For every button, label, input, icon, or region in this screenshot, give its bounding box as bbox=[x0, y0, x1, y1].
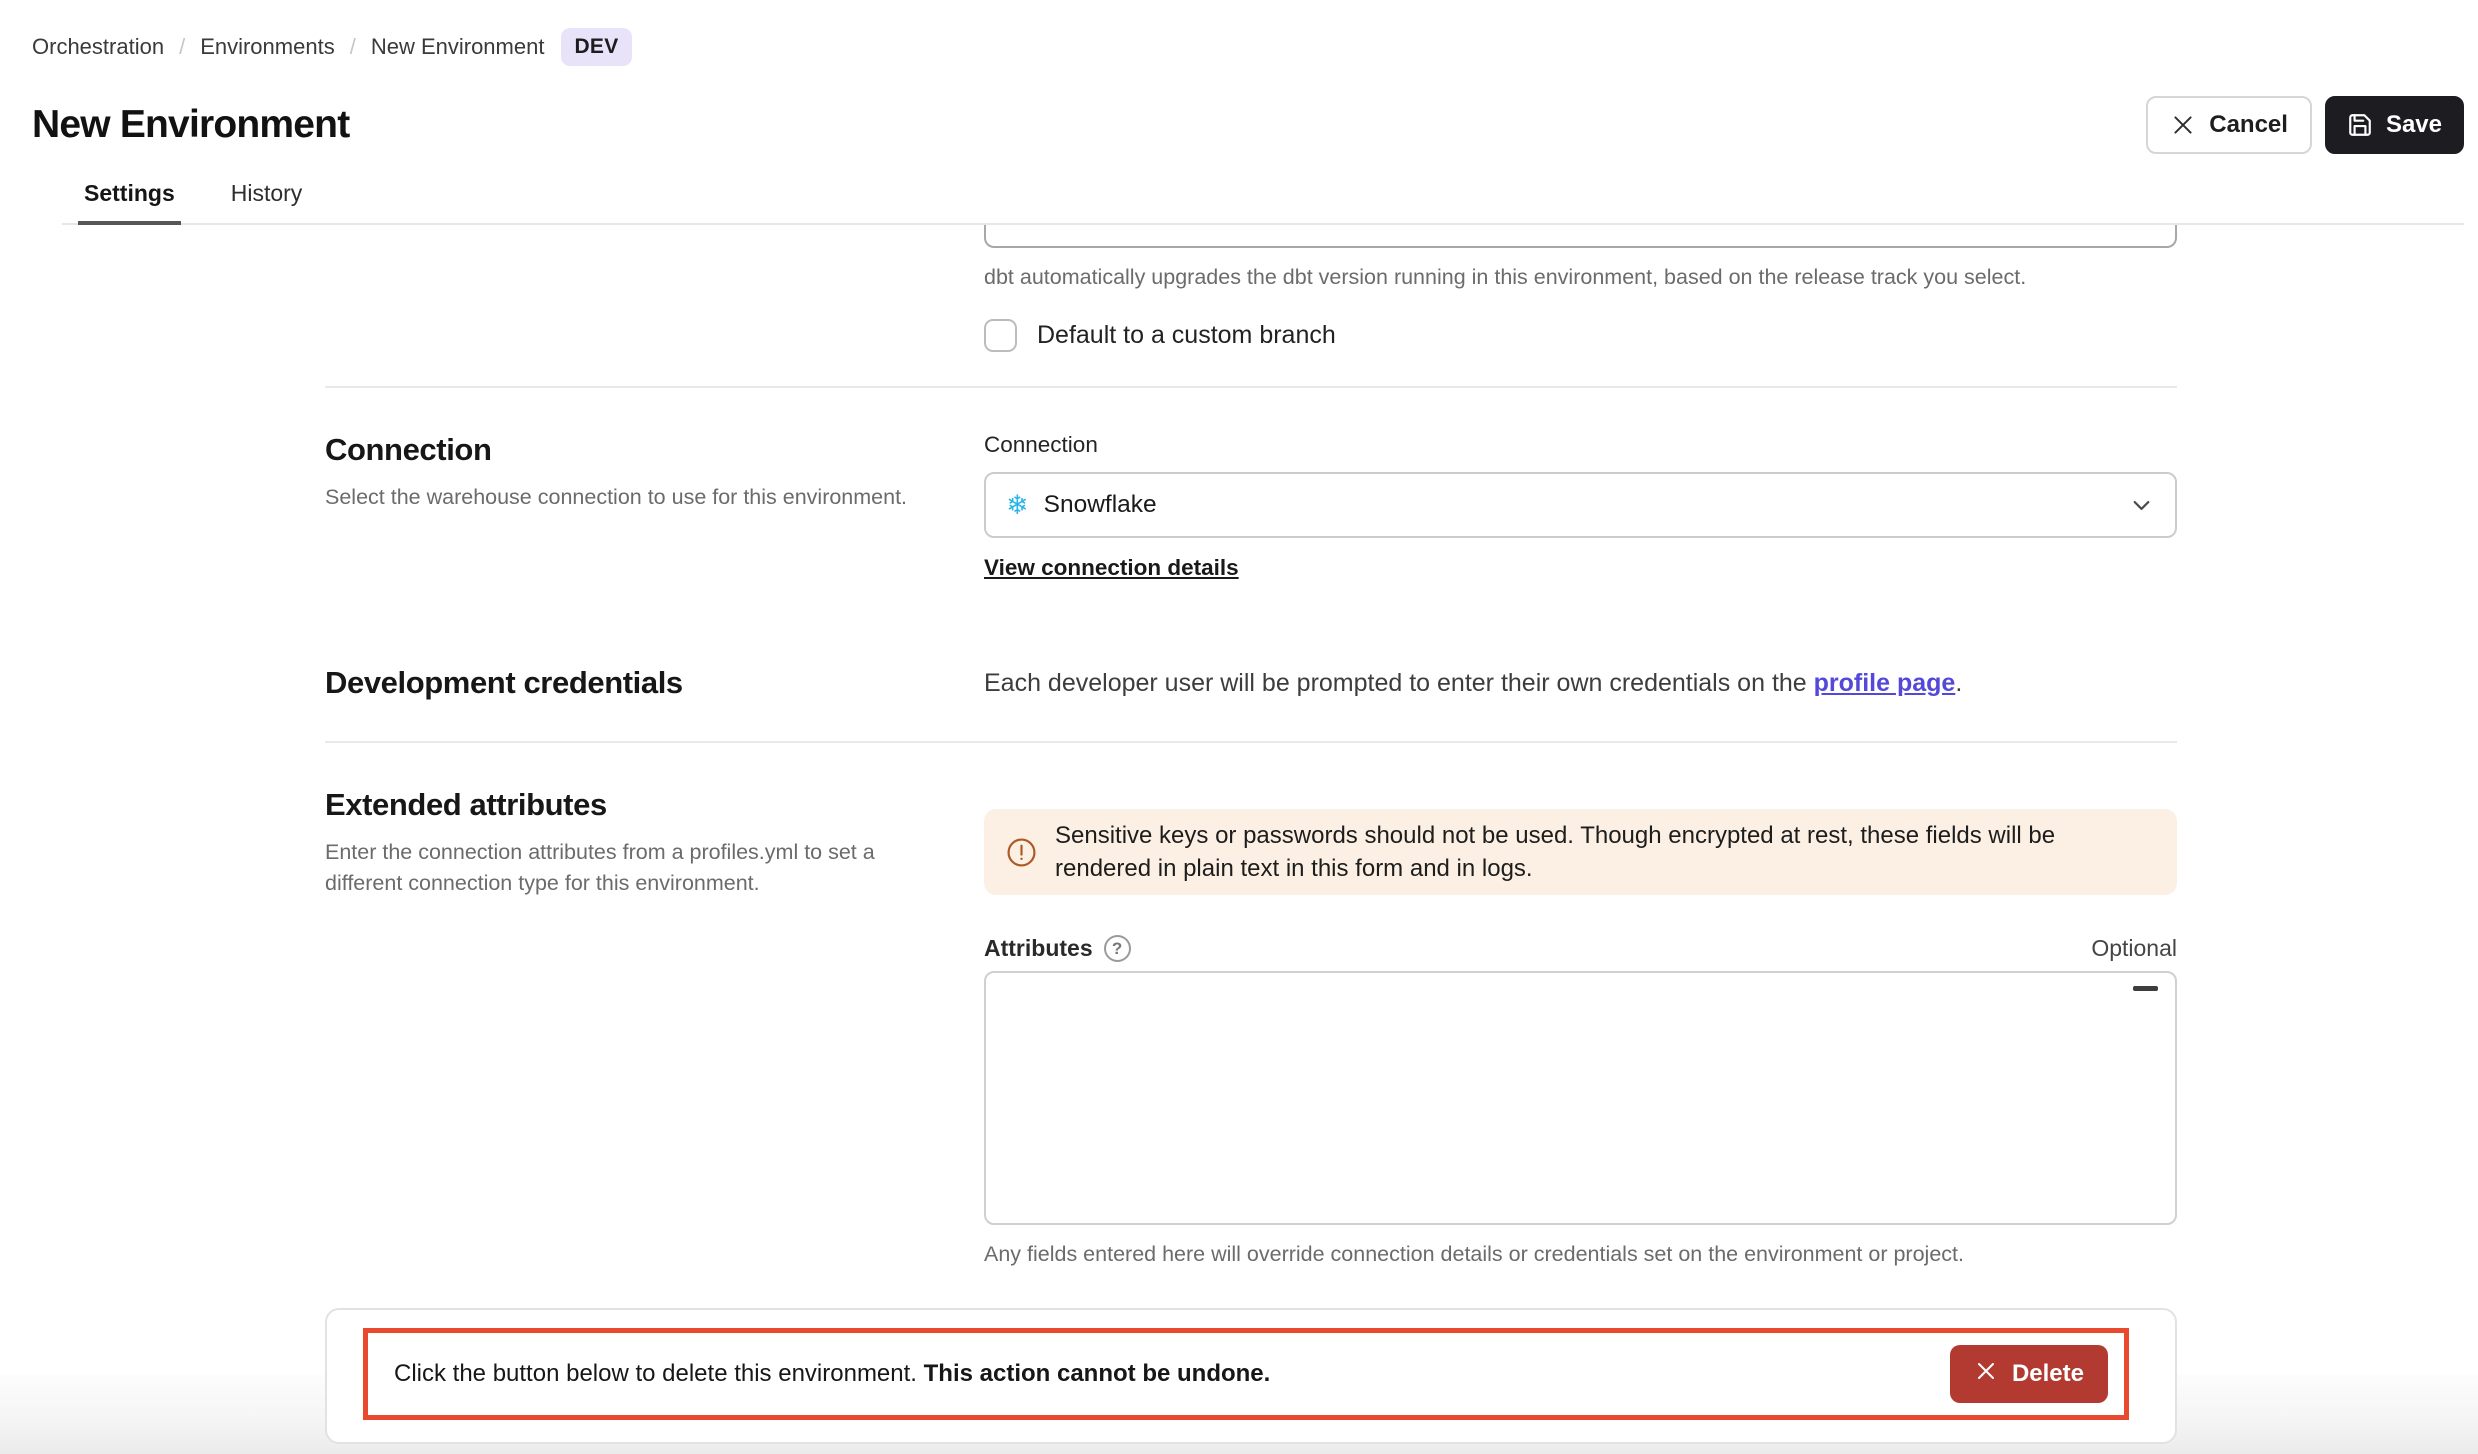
tabs-bar: Settings History bbox=[62, 180, 2464, 225]
dev-credentials-text-after: . bbox=[1955, 669, 1962, 697]
connection-fields: Connection ❄ Snowflake View connection d… bbox=[984, 432, 2177, 581]
breadcrumb-separator: / bbox=[179, 34, 185, 60]
delete-warning-text: Click the button below to delete this en… bbox=[394, 1360, 1270, 1388]
breadcrumb-separator: / bbox=[350, 34, 356, 60]
extended-attributes-heading: Extended attributes bbox=[325, 787, 940, 823]
settings-form: dbt automatically upgrades the dbt versi… bbox=[0, 225, 2177, 1444]
custom-branch-row: Default to a custom branch bbox=[984, 319, 2177, 352]
page-header: Orchestration / Environments / New Envir… bbox=[0, 0, 2478, 225]
extended-attributes-description: Enter the connection attributes from a p… bbox=[325, 837, 940, 899]
save-button[interactable]: Save bbox=[2325, 96, 2464, 154]
env-type-badge: DEV bbox=[561, 28, 631, 66]
connection-section: Connection Select the warehouse connecti… bbox=[325, 388, 2177, 581]
view-connection-details-link[interactable]: View connection details bbox=[984, 555, 1239, 581]
alert-circle-icon bbox=[1006, 837, 1037, 868]
custom-branch-label: Default to a custom branch bbox=[1037, 321, 1336, 350]
delete-text-regular: Click the button below to delete this en… bbox=[394, 1360, 924, 1387]
breadcrumb: Orchestration / Environments / New Envir… bbox=[32, 28, 2464, 66]
header-actions: Cancel Save bbox=[2146, 96, 2464, 154]
connection-select[interactable]: ❄ Snowflake bbox=[984, 472, 2177, 538]
sensitive-keys-warning: Sensitive keys or passwords should not b… bbox=[984, 809, 2177, 895]
breadcrumb-new-environment: New Environment bbox=[371, 34, 545, 60]
extended-attributes-intro: Extended attributes Enter the connection… bbox=[325, 787, 984, 1268]
title-row: New Environment Cancel Save bbox=[32, 96, 2464, 154]
save-icon bbox=[2347, 112, 2373, 138]
attributes-textarea[interactable] bbox=[986, 973, 2175, 1223]
connection-select-value: Snowflake bbox=[1044, 491, 1157, 519]
attributes-editor bbox=[984, 971, 2177, 1225]
tab-history[interactable]: History bbox=[225, 180, 309, 223]
release-track-help-text: dbt automatically upgrades the dbt versi… bbox=[984, 263, 2177, 291]
delete-warning-highlight: Click the button below to delete this en… bbox=[363, 1328, 2129, 1420]
chevron-down-icon bbox=[2128, 492, 2155, 519]
attributes-help-text: Any fields entered here will override co… bbox=[984, 1240, 2177, 1268]
breadcrumb-orchestration[interactable]: Orchestration bbox=[32, 34, 164, 60]
connection-section-intro: Connection Select the warehouse connecti… bbox=[325, 432, 984, 581]
close-icon bbox=[1974, 1359, 1998, 1390]
dev-credentials-section: Development credentials Each developer u… bbox=[325, 581, 2177, 701]
help-icon[interactable]: ? bbox=[1104, 935, 1131, 962]
breadcrumb-environments[interactable]: Environments bbox=[200, 34, 335, 60]
new-environment-page: Orchestration / Environments / New Envir… bbox=[0, 0, 2478, 1454]
extended-attributes-fields: Sensitive keys or passwords should not b… bbox=[984, 787, 2177, 1268]
delete-button[interactable]: Delete bbox=[1950, 1345, 2108, 1403]
delete-environment-card: Click the button below to delete this en… bbox=[325, 1308, 2177, 1444]
dev-credentials-text: Each developer user will be prompted to … bbox=[984, 669, 2177, 698]
snowflake-icon: ❄ bbox=[1006, 492, 1029, 519]
custom-branch-checkbox[interactable] bbox=[984, 319, 1017, 352]
release-track-input-fragment[interactable] bbox=[984, 225, 2177, 248]
close-icon bbox=[2170, 112, 2196, 138]
attributes-label-row: Attributes ? Optional bbox=[984, 935, 2177, 962]
connection-field-label: Connection bbox=[984, 432, 2177, 458]
page-title: New Environment bbox=[32, 103, 349, 147]
dev-credentials-intro: Development credentials bbox=[325, 665, 984, 701]
dev-credentials-content: Each developer user will be prompted to … bbox=[984, 669, 2177, 698]
release-track-block: dbt automatically upgrades the dbt versi… bbox=[984, 225, 2177, 352]
profile-page-link[interactable]: profile page bbox=[1814, 669, 1956, 697]
connection-description: Select the warehouse connection to use f… bbox=[325, 482, 940, 513]
save-button-label: Save bbox=[2386, 111, 2442, 139]
attributes-field-label: Attributes ? bbox=[984, 935, 1131, 962]
optional-badge: Optional bbox=[2091, 935, 2177, 962]
delete-text-bold: This action cannot be undone. bbox=[924, 1360, 1271, 1387]
warning-text: Sensitive keys or passwords should not b… bbox=[1055, 819, 2155, 885]
cancel-button[interactable]: Cancel bbox=[2146, 96, 2312, 154]
collapse-editor-icon[interactable] bbox=[2133, 986, 2158, 991]
cancel-button-label: Cancel bbox=[2209, 111, 2288, 139]
dev-credentials-text-before: Each developer user will be prompted to … bbox=[984, 669, 1814, 697]
extended-attributes-section: Extended attributes Enter the connection… bbox=[325, 743, 2177, 1268]
connection-heading: Connection bbox=[325, 432, 940, 468]
attributes-label-text: Attributes bbox=[984, 935, 1093, 962]
dev-credentials-heading: Development credentials bbox=[325, 665, 940, 701]
tab-settings[interactable]: Settings bbox=[78, 180, 181, 225]
delete-button-label: Delete bbox=[2012, 1360, 2084, 1388]
